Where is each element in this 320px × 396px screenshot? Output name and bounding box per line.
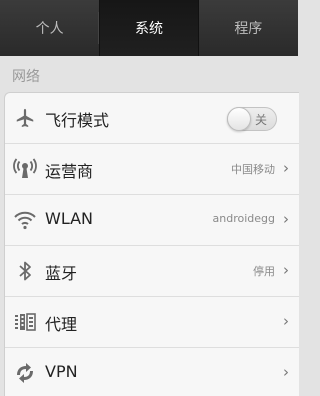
airplane-mode-row[interactable]: 飞行模式 关 [5,93,299,144]
vpn-icon [13,361,37,385]
tab-personal[interactable]: 个人 [0,0,100,56]
chevron-right-icon: › [283,261,289,279]
bluetooth-icon [13,259,37,283]
network-settings-list: 飞行模式 关 运营商 中国移动 › WLAN androidegg › 蓝牙 停… [4,92,299,396]
carrier-label: 运营商 [45,162,94,181]
tab-label: 程序 [234,21,263,37]
wifi-icon [13,208,37,232]
chevron-right-icon: › [283,363,289,381]
carrier-row[interactable]: 运营商 中国移动 › [5,144,299,195]
airplane-icon [13,106,37,130]
wlan-row[interactable]: WLAN androidegg › [5,195,299,246]
bluetooth-label: 蓝牙 [45,264,78,283]
toggle-state-text: 关 [254,113,267,127]
airplane-mode-label: 飞行模式 [45,111,110,130]
tab-label: 个人 [35,21,64,37]
bluetooth-row[interactable]: 蓝牙 停用 › [5,246,299,297]
proxy-label: 代理 [45,315,78,334]
toggle-knob [227,107,251,131]
tab-bar: 个人 系统 程序 [0,0,298,56]
vpn-label: VPN [45,362,78,381]
bluetooth-value: 停用 [253,265,275,278]
airplane-mode-toggle[interactable]: 关 [227,107,277,131]
proxy-row[interactable]: 代理 › [5,297,299,348]
tab-apps[interactable]: 程序 [199,0,298,56]
tab-system[interactable]: 系统 [99,0,199,56]
tab-label: 系统 [134,21,163,37]
wlan-label: WLAN [45,209,94,228]
chevron-right-icon: › [283,159,289,177]
chevron-right-icon: › [283,210,289,228]
carrier-value: 中国移动 [231,163,275,176]
carrier-icon [13,157,37,181]
proxy-icon [13,310,37,334]
vpn-row[interactable]: VPN › [5,348,299,396]
chevron-right-icon: › [283,312,289,330]
wlan-value: androidegg [212,212,275,225]
section-title-network: 网络 [12,69,40,85]
